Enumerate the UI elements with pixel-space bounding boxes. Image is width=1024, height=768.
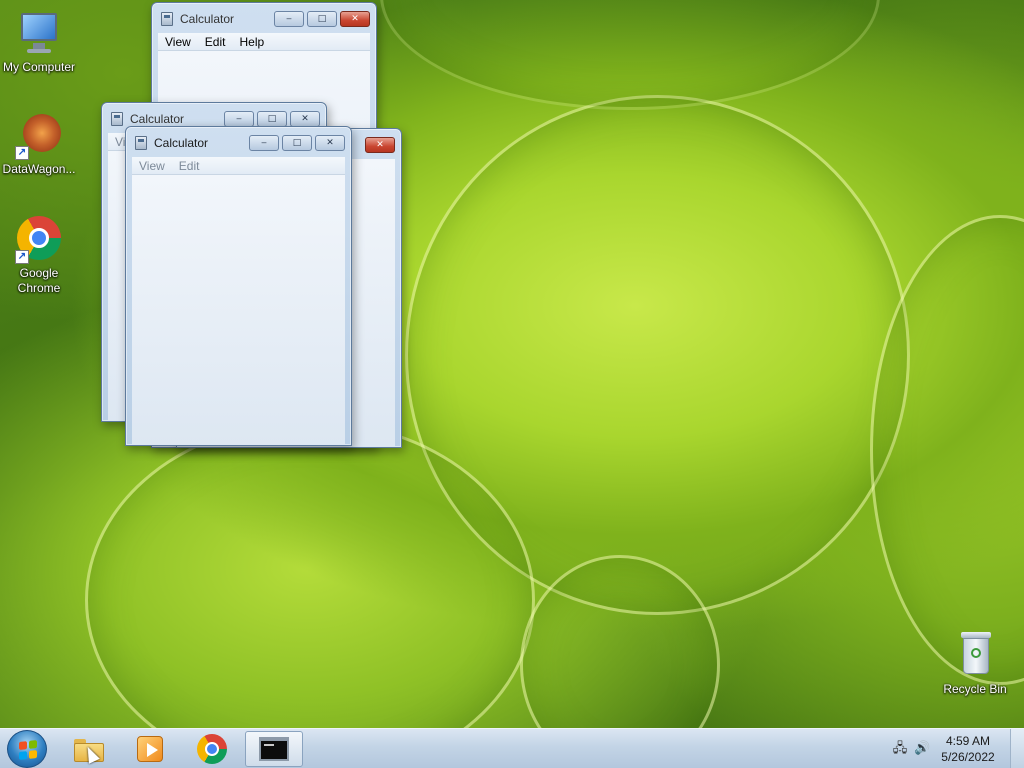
maximize-button[interactable]: □ [282, 135, 312, 151]
taskbar: 🖧 🔊 4:59 AM 5/26/2022 [0, 728, 1024, 768]
system-tray: 🖧 🔊 4:59 AM 5/26/2022 [884, 729, 1024, 768]
window-title: Calculator [130, 112, 185, 126]
close-button[interactable]: ✕ [315, 135, 345, 151]
wallpaper-leaf [380, 0, 880, 110]
shortcut-arrow-icon: ↗ [15, 146, 29, 160]
clock-time: 4:59 AM [945, 734, 991, 748]
desktop-icon-label: DataWagon... [2, 162, 76, 176]
close-button[interactable]: ✕ [365, 137, 395, 153]
menu-bar: View Edit Help [158, 33, 370, 51]
start-button[interactable] [7, 730, 47, 768]
menu-help[interactable]: Help [232, 35, 271, 49]
desktop-icon-label: My Computer [2, 60, 76, 74]
show-desktop-button[interactable] [1010, 729, 1024, 768]
menu-edit[interactable]: Edit [198, 35, 233, 49]
taskbar-item-media-player[interactable] [121, 731, 179, 767]
clock[interactable]: 4:59 AM 5/26/2022 [936, 733, 1000, 765]
windows-logo-icon [19, 740, 37, 760]
minimize-button[interactable]: ‒ [249, 135, 279, 151]
window-title: Calculator [154, 136, 209, 150]
window-titlebar[interactable]: Calculator ‒ □ ✕ [152, 3, 376, 33]
media-player-icon [137, 736, 163, 762]
desktop-icon-label-line1: Google [19, 266, 59, 280]
window-title: Calculator [180, 12, 235, 26]
network-icon[interactable]: 🖧 [892, 741, 908, 757]
menu-view[interactable]: View [132, 159, 172, 173]
datawagon-icon: ↗ [15, 112, 63, 160]
window-client-area [132, 175, 345, 445]
recycle-bin-icon [951, 632, 999, 680]
calculator-app-icon [135, 136, 147, 150]
desktop-icon-label: Recycle Bin [943, 682, 1007, 696]
clock-date: 5/26/2022 [941, 750, 995, 764]
desktop-icon-label-line2: Chrome [17, 281, 61, 295]
maximize-button[interactable]: □ [257, 111, 287, 127]
maximize-button[interactable]: □ [307, 11, 337, 27]
calculator-window-active[interactable]: Calculator ‒ □ ✕ View Edit [125, 126, 352, 446]
taskbar-item-command-prompt[interactable] [245, 731, 303, 767]
menu-view[interactable]: View [158, 35, 198, 49]
menu-bar: View Edit [132, 157, 345, 175]
taskbar-item-google-chrome[interactable] [183, 731, 241, 767]
calculator-app-icon [111, 112, 123, 126]
close-button[interactable]: ✕ [340, 11, 370, 27]
desktop-icon-datawagon[interactable]: ↗ DataWagon... [0, 112, 79, 177]
minimize-button[interactable]: ‒ [224, 111, 254, 127]
close-button[interactable]: ✕ [290, 111, 320, 127]
chrome-icon [197, 734, 227, 764]
chrome-icon: ↗ [15, 216, 63, 264]
desktop-icon-my-computer[interactable]: My Computer [0, 10, 79, 75]
shortcut-arrow-icon: ↗ [15, 250, 29, 264]
minimize-button[interactable]: ‒ [274, 11, 304, 27]
menu-edit[interactable]: Edit [172, 159, 207, 173]
desktop-icon-recycle-bin[interactable]: Recycle Bin [935, 632, 1015, 697]
calculator-app-icon [161, 12, 173, 26]
desktop-icon-google-chrome[interactable]: ↗ Google Chrome [0, 216, 79, 296]
window-titlebar[interactable]: Calculator ‒ □ ✕ [126, 127, 351, 157]
cmd-icon [259, 737, 289, 761]
computer-icon [15, 10, 63, 58]
volume-icon[interactable]: 🔊 [914, 741, 930, 757]
